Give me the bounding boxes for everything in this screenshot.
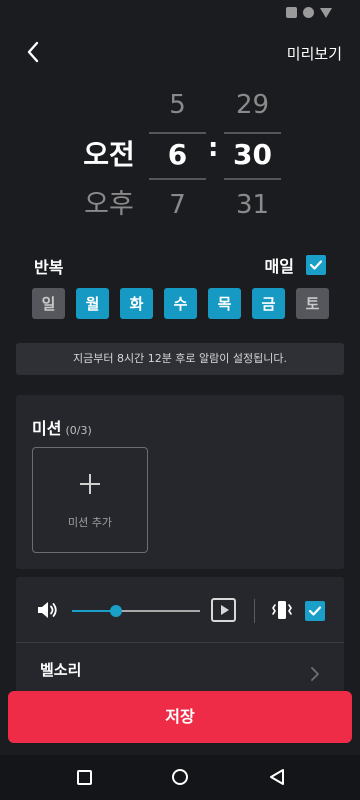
alarm-notice: 지금부터 8시간 12분 후로 알람이 설정됩니다. xyxy=(16,343,344,375)
minute-selected: 30 xyxy=(233,138,272,171)
daily-label: 매일 xyxy=(264,257,294,276)
status-bar xyxy=(0,0,360,26)
vibrate-checkbox[interactable] xyxy=(305,601,325,621)
status-dot-icon xyxy=(303,7,314,18)
day-mon[interactable]: 월 xyxy=(76,288,109,319)
minute-selection-top-rule xyxy=(224,132,281,134)
ampm-prev xyxy=(74,80,144,130)
back-button[interactable] xyxy=(22,40,46,64)
minute-selection-bottom-rule xyxy=(224,178,281,180)
preview-button[interactable]: 미리보기 xyxy=(287,43,342,64)
check-icon xyxy=(309,260,323,270)
day-tue[interactable]: 화 xyxy=(120,288,153,319)
notification-square-icon xyxy=(286,7,297,18)
minute-prev: 29 xyxy=(235,90,270,120)
hour-selected: 6 xyxy=(167,138,188,171)
mission-card: 미션 (0/3) 미션 추가 xyxy=(16,395,344,569)
day-wed[interactable]: 수 xyxy=(164,288,197,319)
day-sun[interactable]: 일 xyxy=(32,288,65,319)
daily-checkbox[interactable] xyxy=(306,255,326,275)
signal-triangle-icon xyxy=(320,7,332,18)
ampm-wheel[interactable]: 오전 오후 xyxy=(74,80,144,230)
day-sat[interactable]: 토 xyxy=(296,288,329,319)
hour-selection-bottom-rule xyxy=(149,178,206,180)
divider xyxy=(254,599,255,623)
status-icons xyxy=(286,7,332,18)
daily-toggle[interactable]: 매일 xyxy=(265,253,326,277)
volume-fill xyxy=(72,610,116,612)
play-icon xyxy=(221,605,229,615)
minute-wheel[interactable]: 29 30 31 xyxy=(224,80,281,230)
day-thu[interactable]: 목 xyxy=(208,288,241,319)
time-picker: 오전 오후 5 6 7 : 29 30 31 xyxy=(0,80,360,240)
check-icon xyxy=(308,606,322,616)
ringtone-label[interactable]: 벨소리 xyxy=(40,659,81,680)
hour-selection-top-rule xyxy=(149,132,206,134)
add-mission-button[interactable]: 미션 추가 xyxy=(32,447,148,553)
hour-next: 7 xyxy=(169,190,186,220)
hour-prev: 5 xyxy=(169,90,186,120)
minute-next: 31 xyxy=(235,190,270,220)
add-mission-label: 미션 추가 xyxy=(68,516,112,529)
sound-card: 벨소리 xyxy=(16,577,344,707)
hour-wheel[interactable]: 5 6 7 xyxy=(149,80,206,230)
volume-slider[interactable] xyxy=(72,605,200,617)
vibrate-icon[interactable] xyxy=(270,598,294,622)
sound-row xyxy=(16,577,344,643)
recents-button[interactable] xyxy=(77,770,92,785)
home-button[interactable] xyxy=(172,769,188,785)
volume-knob[interactable] xyxy=(109,605,122,617)
play-preview-button[interactable] xyxy=(211,598,236,622)
system-nav-bar xyxy=(0,755,360,800)
ampm-next: 오후 xyxy=(84,189,134,220)
ampm-selected: 오전 xyxy=(83,138,135,171)
speaker-icon xyxy=(38,602,57,618)
mission-count: (0/3) xyxy=(65,424,92,437)
chevron-left-icon xyxy=(27,41,39,63)
top-bar: 미리보기 xyxy=(0,30,360,74)
save-button[interactable]: 저장 xyxy=(8,691,352,743)
repeat-label: 반복 xyxy=(34,258,64,277)
day-fri[interactable]: 금 xyxy=(252,288,285,319)
mission-title: 미션 (0/3) xyxy=(32,415,92,439)
weekday-selector: 일 월 화 수 목 금 토 xyxy=(32,288,329,319)
back-triangle-icon[interactable] xyxy=(268,768,286,786)
mission-title-label: 미션 xyxy=(32,419,62,438)
plus-icon xyxy=(80,474,100,494)
time-separator: : xyxy=(208,133,219,163)
chevron-right-icon[interactable] xyxy=(310,667,320,681)
